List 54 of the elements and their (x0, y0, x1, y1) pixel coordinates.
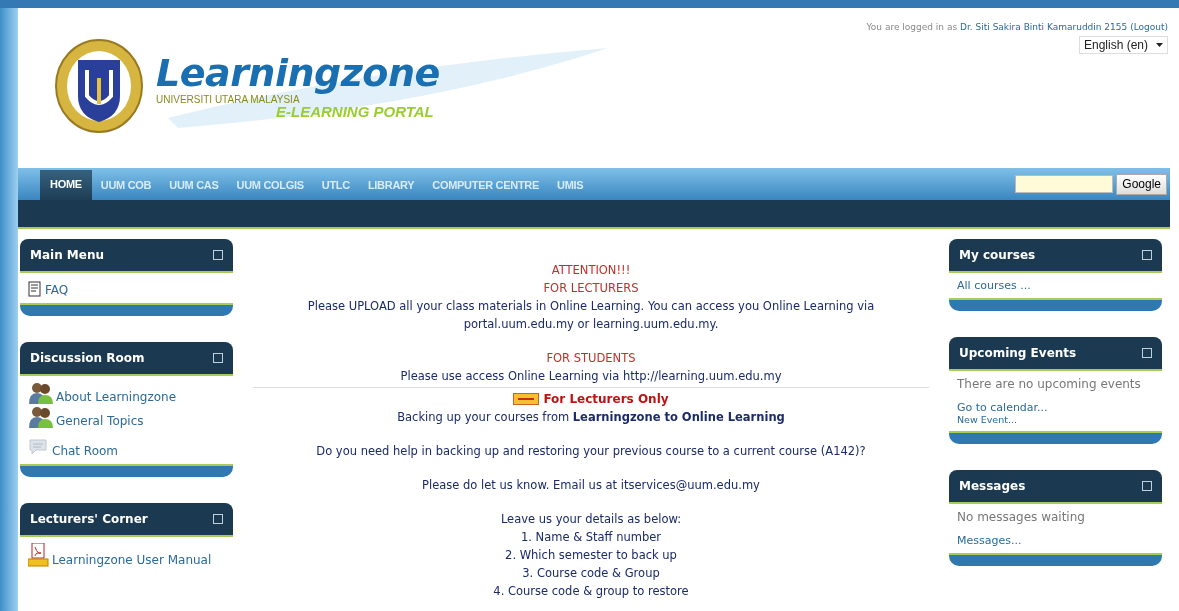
notice-text: Do you need help in backing up and restoring your previous course to a current course (A142)? (316, 443, 866, 460)
collapse-icon[interactable] (213, 353, 223, 363)
notice-text: Backing up your courses from Learningzone to Online Learning (397, 409, 785, 426)
collapse-icon[interactable] (213, 250, 223, 260)
collapse-icon[interactable] (1142, 348, 1152, 358)
login-info: You are logged in as Dr. Siti Sakira Binti Kamaruddin 2155 (Logout) (866, 22, 1168, 32)
people-icon (28, 382, 54, 404)
block-title: Discussion Room (30, 351, 145, 365)
notice-heading: For Lecturers Only (543, 391, 669, 408)
notice-text: Leave us your details as below: (500, 511, 682, 528)
block-title: Upcoming Events (959, 346, 1077, 360)
search-field[interactable] (1015, 175, 1114, 193)
block-title: Main Menu (30, 248, 105, 262)
block-note: There are no upcoming events (957, 377, 1142, 391)
block-link[interactable]: New Event... (957, 414, 1156, 425)
menu-link[interactable]: FAQ (45, 283, 69, 297)
caret-icon (1156, 43, 1163, 47)
notice-text: Please use access Online Learning via http://learning.uum.edu.my (400, 368, 782, 385)
menu-link[interactable]: General Topics (56, 414, 144, 428)
notice-heading: ATTENTION!!! (551, 262, 631, 279)
block-link[interactable]: Go to calendar... (957, 401, 1156, 414)
menu-link[interactable]: Learningzone User Manual (52, 553, 212, 567)
menu-link[interactable]: Chat Room (52, 444, 119, 458)
notice-text: 4. Course code & group to restore (493, 583, 689, 600)
pdf-new-icon (28, 543, 50, 567)
notice-text: 1. Name & Staff number (520, 529, 662, 546)
block-link[interactable]: All courses ... (957, 279, 1156, 292)
user-link[interactable]: Dr. Siti Sakira Binti Kamaruddin 2155 (960, 22, 1128, 32)
block-title: Messages (959, 479, 1026, 493)
language-select[interactable]: English (en) (1078, 36, 1168, 54)
document-icon (28, 281, 43, 297)
collapse-icon[interactable] (1142, 481, 1152, 491)
university-name: UNIVERSITI UTARA MALAYSIA (156, 94, 301, 105)
block-link[interactable]: Messages... (957, 534, 1156, 547)
block-note: No messages waiting (957, 510, 1086, 524)
block-title: Lecturers' Corner (30, 512, 148, 526)
notice-heading: FOR LECTURERS (543, 280, 639, 297)
google-search-button[interactable]: Google (1116, 173, 1167, 195)
portal-tagline: E-LEARNING PORTAL (276, 103, 435, 120)
menu-link[interactable]: About Learningzone (56, 390, 177, 404)
notice-text: Please UPLOAD all your class materials in Online Learning. You can access you Online Learning via portal.uum.edu.my or learning.uum.edu.my. (306, 298, 876, 333)
collapse-icon[interactable] (213, 514, 223, 524)
site-title: Learningzone (156, 54, 440, 92)
notice-heading: FOR STUDENTS (546, 350, 636, 367)
block-title: My courses (959, 248, 1036, 262)
university-seal-icon (54, 38, 144, 134)
people-icon (28, 406, 54, 428)
new-badge-icon (513, 393, 540, 405)
logout-link[interactable]: (Logout) (1130, 22, 1168, 32)
nav-tab[interactable]: HOME (40, 170, 92, 200)
notice-text: Please do let us know. Email us at itservices@uum.edu.my (422, 477, 760, 494)
notice-text: 2. Which semester to back up (505, 547, 677, 564)
notice-text: 3. Course code & Group (522, 565, 660, 582)
collapse-icon[interactable] (1142, 250, 1152, 260)
